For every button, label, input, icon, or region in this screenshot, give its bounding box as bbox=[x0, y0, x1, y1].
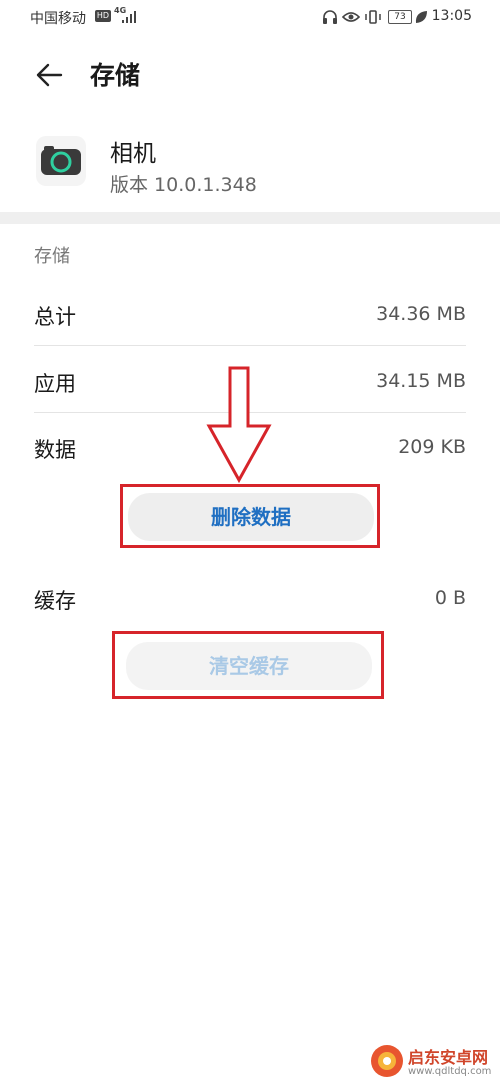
carrier-name: 中国移动 bbox=[30, 11, 86, 27]
back-arrow-icon[interactable] bbox=[34, 60, 64, 90]
row-total-label: 总计 bbox=[34, 305, 76, 329]
delete-data-button[interactable]: 删除数据 bbox=[128, 493, 374, 541]
watermark: 启东安卓网 www.qdltdq.com bbox=[370, 1040, 500, 1084]
eye-comfort-icon bbox=[342, 12, 360, 22]
section-divider bbox=[0, 212, 500, 224]
camera-app-icon bbox=[36, 136, 86, 186]
signal-icon bbox=[122, 11, 136, 23]
status-bar: 中国移动 HD 4G 73 13:05 bbox=[0, 0, 500, 36]
hd-badge: HD bbox=[95, 10, 111, 22]
watermark-url: www.qdltdq.com bbox=[408, 1066, 492, 1077]
row-divider bbox=[34, 345, 466, 346]
row-data-value: 209 KB bbox=[398, 436, 466, 458]
leaf-icon bbox=[415, 11, 427, 23]
battery-icon: 73 bbox=[388, 10, 412, 24]
app-version: 版本 10.0.1.348 bbox=[110, 174, 257, 196]
headphones-icon bbox=[323, 10, 337, 24]
row-app-value: 34.15 MB bbox=[376, 370, 466, 392]
clock: 13:05 bbox=[431, 8, 472, 24]
app-name: 相机 bbox=[110, 141, 156, 167]
vibrate-icon bbox=[365, 10, 381, 24]
camera-icon bbox=[41, 146, 81, 175]
storage-section-title: 存储 bbox=[34, 246, 70, 267]
row-data-label: 数据 bbox=[34, 438, 76, 462]
clear-cache-button[interactable]: 清空缓存 bbox=[126, 642, 372, 690]
annotation-arrow-icon bbox=[206, 366, 272, 484]
row-total-value: 34.36 MB bbox=[376, 303, 466, 325]
watermark-name: 启东安卓网 bbox=[408, 1048, 489, 1067]
watermark-logo-icon bbox=[371, 1045, 403, 1077]
page-title: 存储 bbox=[90, 61, 141, 90]
row-cache-label: 缓存 bbox=[34, 589, 76, 613]
row-cache-value: 0 B bbox=[434, 587, 466, 609]
row-app-label: 应用 bbox=[34, 372, 76, 396]
